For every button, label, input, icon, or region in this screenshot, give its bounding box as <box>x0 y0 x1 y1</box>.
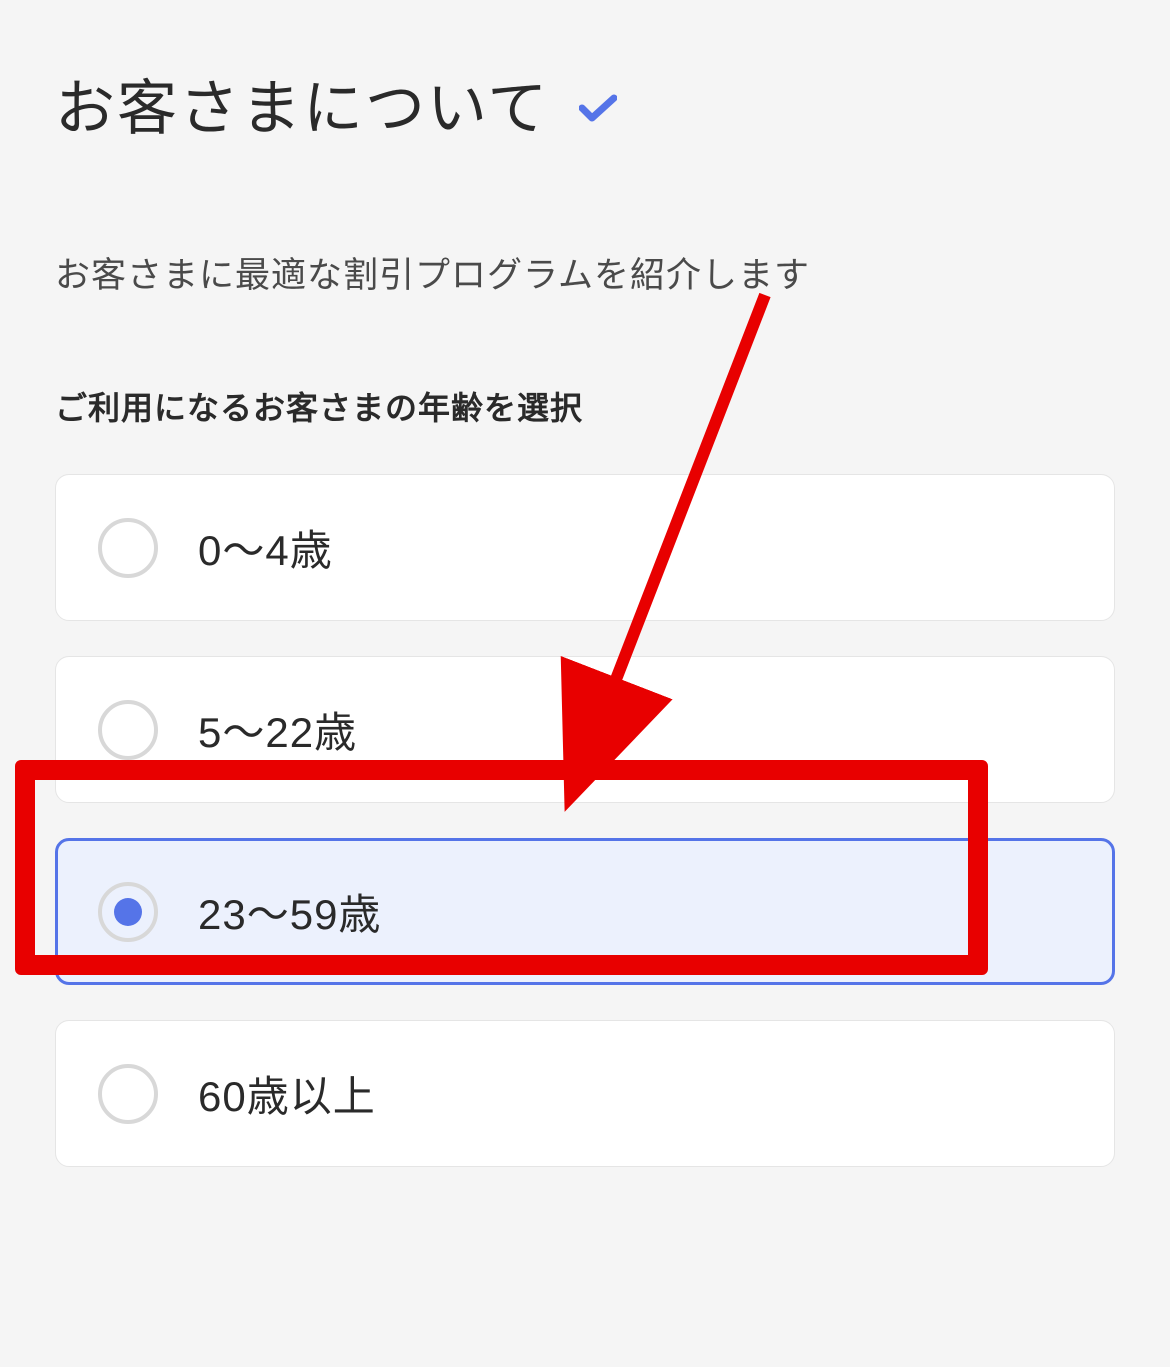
age-option-list: 0～4歳 5～22歳 23～59歳 60歳以上 <box>55 474 1115 1167</box>
radio-icon <box>98 882 158 942</box>
radio-icon <box>98 518 158 578</box>
age-option-0-4[interactable]: 0～4歳 <box>55 474 1115 621</box>
option-label: 0～4歳 <box>198 517 333 578</box>
age-option-60-plus[interactable]: 60歳以上 <box>55 1020 1115 1167</box>
age-option-23-59[interactable]: 23～59歳 <box>55 838 1115 985</box>
question-label: ご利用になるお客さまの年齢を選択 <box>55 383 1115 429</box>
radio-icon <box>98 700 158 760</box>
radio-dot-icon <box>114 898 142 926</box>
page-title: お客さまについて <box>55 60 549 147</box>
subtitle-text: お客さまに最適な割引プログラムを紹介します <box>55 247 1115 298</box>
check-icon <box>579 94 617 122</box>
option-label: 60歳以上 <box>198 1063 376 1124</box>
option-label: 5～22歳 <box>198 699 357 760</box>
radio-icon <box>98 1064 158 1124</box>
heading-row: お客さまについて <box>55 60 1115 147</box>
age-option-5-22[interactable]: 5～22歳 <box>55 656 1115 803</box>
form-container: お客さまについて お客さまに最適な割引プログラムを紹介します ご利用になるお客さ… <box>0 0 1170 1167</box>
option-label: 23～59歳 <box>198 881 381 942</box>
